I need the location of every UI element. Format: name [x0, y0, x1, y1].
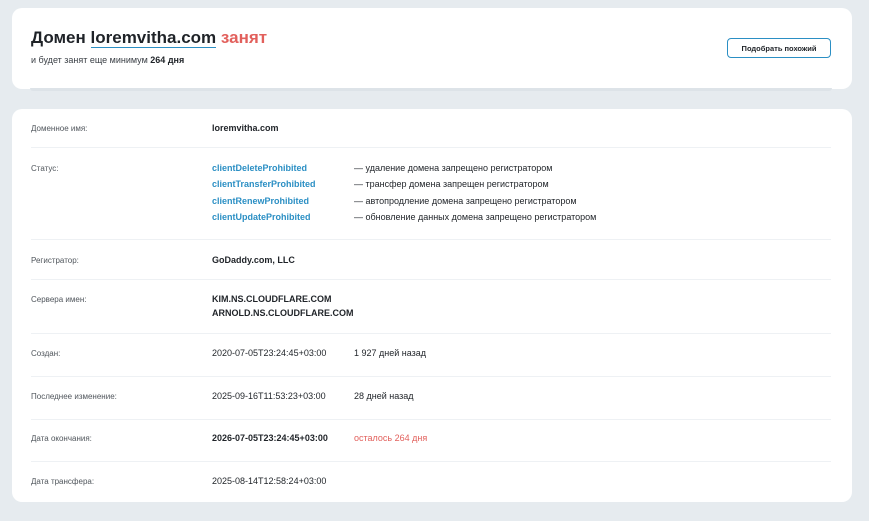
transfer-label: Дата трансфера:	[31, 477, 95, 486]
domain-name-value: loremvitha.com	[212, 123, 279, 133]
domain-name-label: Доменное имя:	[31, 124, 88, 133]
status-label: Статус:	[31, 164, 59, 173]
status-word: занят	[220, 28, 268, 47]
header-card-shadow	[30, 88, 832, 91]
title-prefix: Домен	[31, 28, 86, 47]
row-registrar: Регистратор: GoDaddy.com, LLC	[31, 240, 831, 280]
status-item: clientTransferProhibited — трансфер доме…	[212, 179, 832, 192]
row-transfer: Дата трансфера: 2025-08-14T12:58:24+03:0…	[31, 462, 831, 502]
registrar-value: GoDaddy.com, LLC	[212, 255, 295, 265]
row-expires: Дата окончания: 2026-07-05T23:24:45+03:0…	[31, 420, 831, 462]
created-label: Создан:	[31, 349, 61, 358]
created-value: 2020-07-05T23:24:45+03:00	[212, 348, 327, 358]
row-nameservers: Сервера имен: KIM.NS.CLOUDFLARE.COM ARNO…	[31, 280, 831, 334]
domain-name-link[interactable]: loremvitha.com	[90, 28, 217, 48]
nameserver-value: ARNOLD.NS.CLOUDFLARE.COM	[212, 308, 354, 318]
status-code[interactable]: clientUpdateProhibited	[212, 212, 311, 222]
status-desc: — трансфер домена запрещен регистратором	[354, 179, 549, 189]
status-desc: — обновление данных домена запрещено рег…	[354, 212, 597, 222]
row-status: Статус: clientDeleteProhibited — удалени…	[31, 148, 831, 240]
updated-ago: 28 дней назад	[354, 391, 414, 401]
expires-remaining: осталось 264 дня	[354, 433, 428, 443]
updated-value: 2025-09-16T11:53:23+03:00	[212, 391, 326, 401]
row-created: Создан: 2020-07-05T23:24:45+03:00 1 927 …	[31, 334, 831, 377]
subtitle-days: 264 дня	[150, 55, 185, 65]
whois-details: Доменное имя: loremvitha.com Статус: cli…	[12, 109, 852, 502]
status-code[interactable]: clientDeleteProhibited	[212, 163, 307, 173]
expires-label: Дата окончания:	[31, 434, 92, 443]
status-desc: — удаление домена запрещено регистраторо…	[354, 163, 553, 173]
find-similar-button[interactable]: Подобрать похожий	[727, 38, 831, 58]
status-item: clientRenewProhibited — автопродление до…	[212, 196, 832, 209]
updated-label: Последнее изменение:	[31, 392, 117, 401]
subtitle-prefix: и будет занят еще минимум	[31, 55, 148, 65]
created-ago: 1 927 дней назад	[354, 348, 427, 358]
busy-subtitle: и будет занят еще минимум 264 дня	[31, 55, 184, 65]
status-item: clientUpdateProhibited — обновление данн…	[212, 212, 832, 225]
nameservers-label: Сервера имен:	[31, 295, 87, 304]
status-desc: — автопродление домена запрещено регистр…	[354, 196, 577, 206]
row-domain-name: Доменное имя: loremvitha.com	[31, 109, 831, 148]
registrar-label: Регистратор:	[31, 256, 79, 265]
status-code[interactable]: clientTransferProhibited	[212, 179, 316, 189]
expires-value: 2026-07-05T23:24:45+03:00	[212, 433, 328, 443]
nameserver-value: KIM.NS.CLOUDFLARE.COM	[212, 294, 332, 304]
status-code[interactable]: clientRenewProhibited	[212, 196, 309, 206]
status-item: clientDeleteProhibited — удаление домена…	[212, 163, 832, 176]
transfer-value: 2025-08-14T12:58:24+03:00	[212, 476, 327, 486]
page-title: Домен loremvitha.com занят	[31, 28, 267, 48]
row-updated: Последнее изменение: 2025-09-16T11:53:23…	[31, 377, 831, 420]
domain-status-header: Домен loremvitha.com занят и будет занят…	[12, 8, 852, 89]
